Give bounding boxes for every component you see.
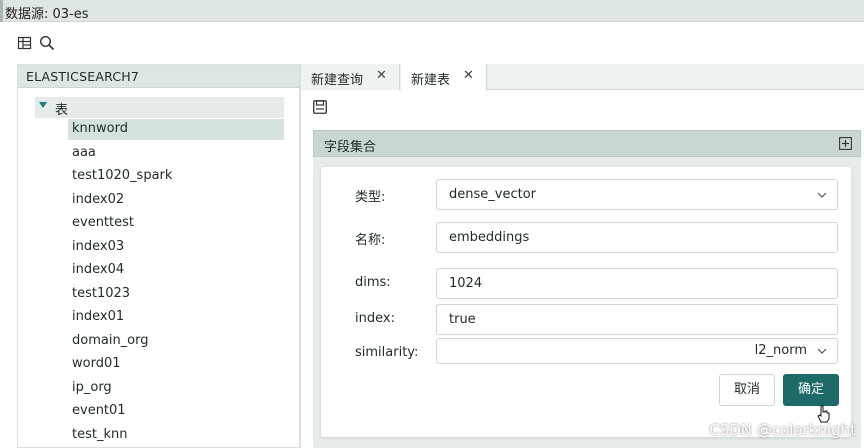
tree-item-test1020-spark[interactable]: test1020_spark xyxy=(68,166,176,187)
type-select[interactable]: dense_vector xyxy=(436,179,838,210)
dims-field[interactable]: 1024 xyxy=(436,268,838,299)
type-label: 类型: xyxy=(355,190,386,205)
tree-node-tables-label: 表 xyxy=(55,103,69,118)
tree-item-test1023[interactable]: test1023 xyxy=(68,284,134,305)
grid-table-icon[interactable] xyxy=(17,35,33,51)
tab-new-query-label: 新建查询 xyxy=(311,73,364,88)
tree-item-index02[interactable]: index02 xyxy=(68,190,128,211)
tab-new-table-label: 新建表 xyxy=(411,73,451,88)
index-label: index: xyxy=(355,311,395,326)
field-form-area: 类型: dense_vector 名称: embeddings dims: 10… xyxy=(313,157,861,448)
tab-new-table[interactable]: 新建表 ✕ xyxy=(401,64,487,91)
tree-item-index04[interactable]: index04 xyxy=(68,260,128,281)
name-field-value: embeddings xyxy=(449,230,530,245)
tree-item-test-knn[interactable]: test_knn xyxy=(68,425,131,446)
tree-item-knnword[interactable]: knnword xyxy=(68,119,284,140)
chevron-down-icon xyxy=(817,192,827,198)
field-form-card: 类型: dense_vector 名称: embeddings dims: 10… xyxy=(321,167,851,437)
similarity-select[interactable]: l2_norm xyxy=(436,338,838,364)
confirm-button[interactable]: 确定 xyxy=(783,374,839,406)
datasource-tree-panel: ELASTICSEARCH7 表 knnword aaa test1020_sp… xyxy=(17,64,300,448)
name-label: 名称: xyxy=(355,233,386,248)
similarity-select-value: l2_norm xyxy=(754,343,807,358)
tree-item-domain-org[interactable]: domain_org xyxy=(68,331,153,352)
field-collection-title: 字段集合 xyxy=(324,140,377,155)
watermark: CSDN @colorknight xyxy=(709,421,856,439)
save-icon[interactable] xyxy=(313,100,327,114)
caret-down-icon[interactable] xyxy=(39,102,47,108)
dims-label: dims: xyxy=(355,275,391,290)
close-icon[interactable]: ✕ xyxy=(376,68,387,83)
tree-item-index03[interactable]: index03 xyxy=(68,237,128,258)
tree-node-tables[interactable]: 表 xyxy=(35,97,284,118)
tree-item-aaa[interactable]: aaa xyxy=(68,143,100,164)
tree-item-word01[interactable]: word01 xyxy=(68,354,125,375)
close-icon[interactable]: ✕ xyxy=(463,68,474,83)
cancel-button[interactable]: 取消 xyxy=(719,374,775,406)
window-titlebar: 数据源: 03-es xyxy=(0,0,864,22)
tab-new-query[interactable]: 新建查询 ✕ xyxy=(301,64,400,90)
toolbar xyxy=(0,22,864,62)
tree-item-event01[interactable]: event01 xyxy=(68,401,130,422)
search-icon[interactable] xyxy=(39,35,55,51)
field-collection-header: 字段集合 xyxy=(313,130,861,157)
tree-header-label: ELASTICSEARCH7 xyxy=(26,69,140,84)
index-field[interactable]: true xyxy=(436,304,838,335)
chevron-down-icon xyxy=(817,348,827,354)
type-select-value: dense_vector xyxy=(449,187,536,202)
editor-panel: 新建查询 ✕ 新建表 ✕ 字段集合 类型: dense_vector 名称: e… xyxy=(300,64,864,448)
window-title: 数据源: 03-es xyxy=(5,7,89,22)
name-field[interactable]: embeddings xyxy=(436,222,838,253)
index-field-value: true xyxy=(449,312,476,327)
tab-bar: 新建查询 ✕ 新建表 ✕ xyxy=(301,64,864,91)
dims-field-value: 1024 xyxy=(449,276,483,291)
tree-item-ip-org[interactable]: ip_org xyxy=(68,378,116,399)
tree-item-index01[interactable]: index01 xyxy=(68,307,128,328)
add-field-icon[interactable] xyxy=(839,137,852,150)
tree-item-eventtest[interactable]: eventtest xyxy=(68,213,138,234)
tree-header: ELASTICSEARCH7 xyxy=(18,65,299,88)
titlebar-edge xyxy=(0,0,3,22)
similarity-label: similarity: xyxy=(355,345,419,360)
